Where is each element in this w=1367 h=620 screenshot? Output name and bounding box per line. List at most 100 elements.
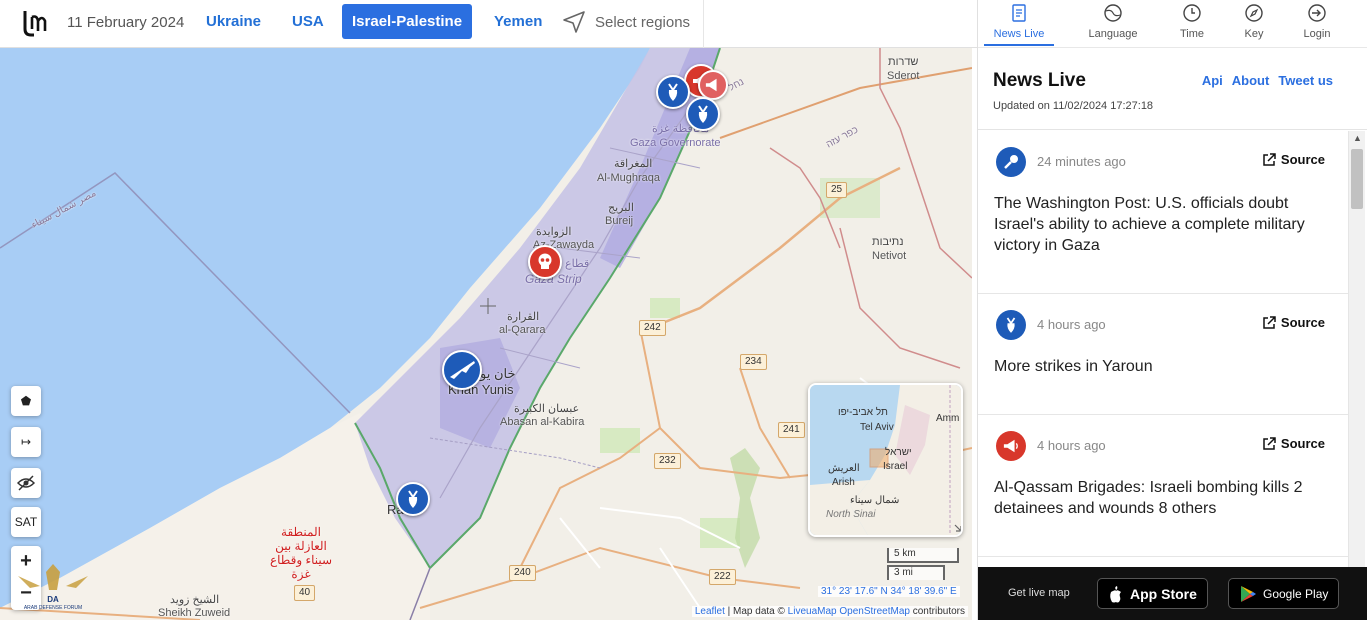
news-item-type: [996, 431, 1026, 461]
tab-yemen[interactable]: Yemen: [484, 4, 552, 39]
map-marker-skull[interactable]: [528, 245, 562, 279]
external-link-icon: [1263, 315, 1276, 329]
label-khan-yunis-ar: خان يو: [480, 366, 516, 381]
about-link[interactable]: About: [1232, 73, 1270, 88]
topbar-divider: [703, 0, 704, 48]
toggle-visibility-button[interactable]: [11, 468, 41, 498]
map-marker-bomb[interactable]: [656, 75, 690, 109]
map-marker-rifle[interactable]: [442, 350, 482, 390]
osm-link[interactable]: OpenStreetMap: [839, 606, 910, 617]
news-item-type: [996, 147, 1026, 177]
panel-nav: News Live Language Time Key Login: [978, 0, 1367, 47]
attribution-contributors: contributors: [909, 606, 965, 617]
label-al-qarara-ar: القرارة: [507, 311, 540, 323]
minimap-label-israel-he: ישראל: [885, 447, 912, 458]
liveuamap-link[interactable]: LiveuaMap: [788, 606, 837, 617]
bomb-icon: [408, 490, 418, 508]
label-bureij-ar: البريج: [608, 202, 634, 214]
app-store-button[interactable]: App Store: [1097, 578, 1208, 609]
google-play-button[interactable]: Google Play: [1228, 578, 1340, 609]
news-item-source-link[interactable]: Source: [1262, 152, 1325, 167]
tweet-us-link[interactable]: Tweet us: [1278, 73, 1333, 88]
document-icon: [1012, 4, 1026, 22]
news-item[interactable]: 4 hours ago Source Al-Qassam Brigades: I…: [978, 415, 1348, 557]
label-az-zawayda-ar: الزوايدة: [536, 226, 572, 238]
news-item-text: Al-Qassam Brigades: Israeli bombing kill…: [994, 479, 1303, 517]
news-item-source-link[interactable]: Source: [1262, 315, 1325, 330]
minimap-label-israel: Israel: [883, 461, 908, 472]
news-item-time: 4 hours ago: [1037, 317, 1106, 332]
tab-usa[interactable]: USA: [282, 4, 334, 39]
measure-button[interactable]: ↦: [11, 427, 41, 457]
road-shield-40: 40: [294, 585, 316, 601]
label-abasan: Abasan al-Kabira: [500, 416, 585, 428]
news-item[interactable]: 4 hours ago Source More strikes in Yarou…: [978, 294, 1348, 415]
nav-time-label: Time: [1179, 28, 1205, 40]
map[interactable]: محافظة غزة Gaza Governorate المغراقة Al-…: [0, 48, 972, 620]
minimap-label-arish-ar: العريش: [828, 463, 860, 474]
satellite-label: SAT: [14, 515, 38, 529]
satellite-toggle-button[interactable]: SAT: [11, 507, 41, 537]
bomb-icon: [698, 105, 708, 123]
apple-icon: [1110, 585, 1121, 602]
megaphone-icon: [1003, 439, 1018, 453]
panel-title: News Live: [993, 70, 1086, 91]
minimap-label-tel-aviv: Tel Aviv: [860, 422, 894, 433]
label-netivot: Netivot: [872, 250, 907, 262]
current-date: 11 February 2024: [67, 14, 185, 31]
map-marker-bomb-2[interactable]: [686, 97, 720, 131]
news-item-text: More strikes in Yaroun: [994, 358, 1153, 375]
scale-mi: 3 mi: [887, 565, 945, 580]
svg-text:ARAB DEFENSE FORUM: ARAB DEFENSE FORUM: [24, 605, 82, 611]
select-regions-button[interactable]: Select regions: [562, 9, 690, 35]
header-links: Api About Tweet us: [1202, 73, 1333, 88]
app-store-label: App Store: [1130, 585, 1197, 602]
news-item-source-link[interactable]: Source: [1262, 436, 1325, 451]
label-abasan-ar: عبسان الكبيرة: [514, 403, 580, 415]
road-shield-25: 25: [826, 182, 848, 198]
draw-polygon-button[interactable]: ⬟: [11, 386, 41, 416]
news-item[interactable]: 24 minutes ago Source The Washington Pos…: [978, 131, 1348, 294]
nav-language[interactable]: Language: [1078, 3, 1148, 46]
nav-login[interactable]: Login: [1282, 3, 1352, 46]
microphone-icon: [1004, 155, 1018, 169]
leaflet-link[interactable]: Leaflet: [695, 606, 725, 617]
news-feed: 24 minutes ago Source The Washington Pos…: [978, 131, 1348, 567]
road-shield-222: 222: [709, 569, 736, 585]
map-marker-megaphone-2[interactable]: [698, 70, 728, 100]
nav-time[interactable]: Time: [1157, 3, 1227, 46]
tab-ukraine[interactable]: Ukraine: [196, 4, 271, 39]
news-panel: News Live Language Time Key Login News L…: [977, 0, 1367, 620]
scroll-up-arrow-icon[interactable]: ▲: [1349, 131, 1366, 146]
minimap[interactable]: תל אביב-יפו Tel Aviv Amm ישראל Israel ال…: [808, 383, 963, 537]
bomb-icon: [668, 83, 678, 101]
road-shield-242: 242: [639, 320, 666, 336]
minimap-label-arish: Arish: [832, 477, 855, 488]
nav-key[interactable]: Key: [1219, 3, 1289, 46]
forum-watermark-logo: DA ARAB DEFENSE FORUM: [18, 564, 88, 611]
panel-header: News Live Updated on 11/02/2024 17:27:18…: [978, 47, 1367, 130]
login-icon: [1308, 4, 1326, 22]
eye-slash-icon: [17, 475, 35, 491]
map-scale: 5 km 3 mi: [887, 548, 969, 582]
liveuamap-logo[interactable]: [22, 9, 48, 37]
news-item-type: [996, 310, 1026, 340]
label-sheikh-zuweid: Sheikh Zuweid: [158, 607, 231, 619]
nav-news-live[interactable]: News Live: [984, 3, 1054, 46]
rifle-icon: [450, 361, 475, 379]
api-link[interactable]: Api: [1202, 73, 1223, 88]
label-bureij: Bureij: [605, 215, 634, 227]
news-item-text: The Washington Post: U.S. officials doub…: [994, 195, 1305, 254]
label-netivot-he: נתיבות: [872, 236, 904, 248]
bomb-icon: [1006, 317, 1016, 333]
feed-scrollbar[interactable]: ▲: [1348, 131, 1365, 567]
map-marker-bomb-rafah[interactable]: [396, 482, 430, 516]
road-shield-234: 234: [740, 354, 767, 370]
tab-israel-palestine[interactable]: Israel-Palestine: [342, 4, 473, 39]
svg-text:DA: DA: [47, 595, 59, 604]
scale-km: 5 km: [887, 548, 959, 563]
minimap-label-north-sinai-ar: شمال سيناء: [850, 495, 900, 506]
cursor-coordinates: 31° 23' 17.6" N 34° 18' 39.6" E: [818, 586, 960, 597]
scroll-thumb[interactable]: [1351, 149, 1363, 209]
google-play-icon: [1241, 585, 1256, 602]
